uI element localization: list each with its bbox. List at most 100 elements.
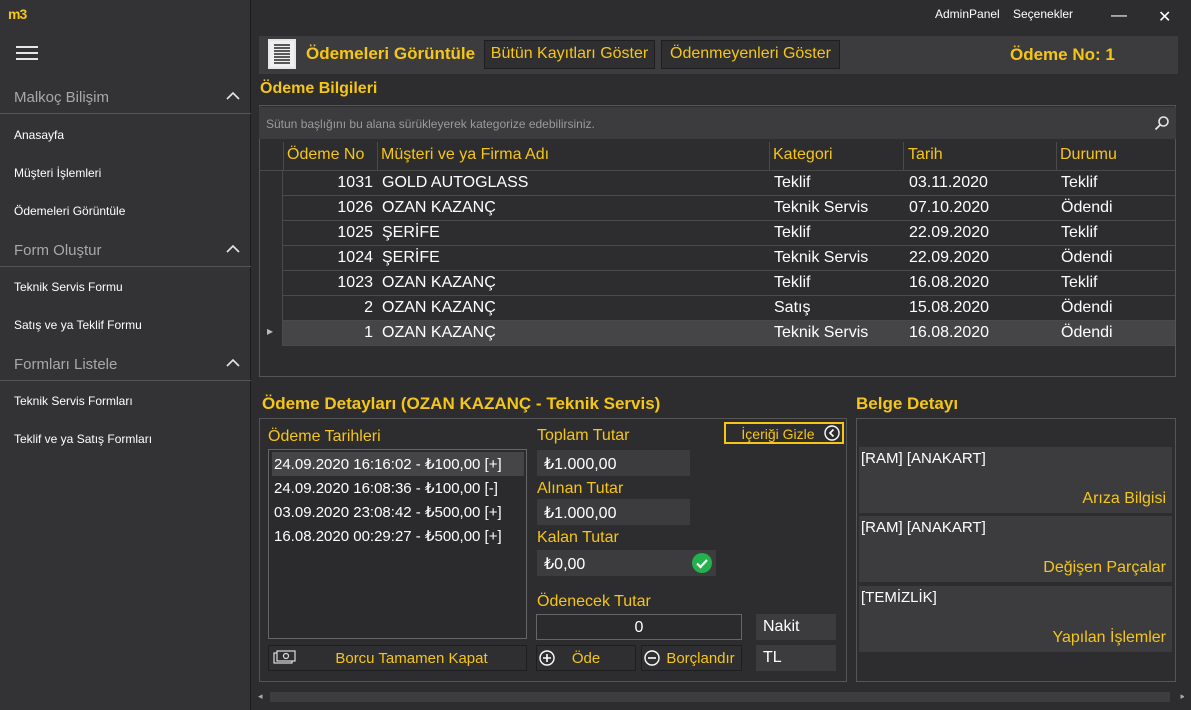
show-all-records-button[interactable]: Bütün Kayıtları Göster xyxy=(484,40,655,69)
column-header-customer[interactable]: Müşteri ve ya Firma Adı xyxy=(381,146,549,164)
cell-payment-no: 1026 xyxy=(337,199,373,216)
debit-button[interactable]: Borçlandır xyxy=(641,645,742,671)
cell-date: 16.08.2020 xyxy=(909,324,990,341)
payment-type-select[interactable]: Nakit xyxy=(756,614,836,640)
sidebar-group-title: Formları Listele xyxy=(14,356,118,373)
options-link[interactable]: Seçenekler xyxy=(1013,7,1073,21)
sidebar-item-musteri-islemleri[interactable]: Müşteri İşlemleri xyxy=(14,166,101,180)
chevron-up-icon xyxy=(226,244,240,253)
cell-status: Teklif xyxy=(1061,174,1098,191)
close-debt-label: Borcu Tamamen Kapat xyxy=(335,650,488,667)
cell-payment-no: 1031 xyxy=(337,174,373,191)
sidebar-item-teknik-servis-formlari[interactable]: Teknik Servis Formları xyxy=(14,394,133,408)
sidebar-item-satis-teklif-formu[interactable]: Satış ve ya Teklif Formu xyxy=(14,318,142,332)
menu-toggle-icon[interactable] xyxy=(16,46,38,60)
group-by-panel[interactable]: Sütun başlığını bu alana sürükleyerek ka… xyxy=(259,107,1176,139)
pay-label: Öde xyxy=(571,650,601,667)
horizontal-scrollbar[interactable]: ◂ ▸ xyxy=(256,689,1185,705)
admin-panel-link[interactable]: AdminPanel xyxy=(935,7,1000,21)
debit-label: Borçlandır xyxy=(666,650,735,667)
changed-parts-text: [RAM] [ANAKART] xyxy=(861,519,986,536)
cell-status: Ödendi xyxy=(1061,199,1113,216)
sidebar-item-anasayfa[interactable]: Anasayfa xyxy=(14,128,64,142)
cell-customer: OZAN KAZANÇ xyxy=(382,299,496,316)
sidebar-group-malkoc[interactable]: Malkoç Bilişim xyxy=(0,80,251,114)
close-debt-button[interactable]: Borcu Tamamen Kapat xyxy=(268,645,527,671)
sidebar-item-teklif-satis-formlari[interactable]: Teklif ve ya Satış Formları xyxy=(14,432,152,446)
table-row[interactable]: 1024 ŞERİFE Teknik Servis 22.09.2020 Öde… xyxy=(283,246,1175,271)
sidebar-group-formlari-listele[interactable]: Formları Listele xyxy=(0,347,251,381)
amount-to-pay-input[interactable]: 0 xyxy=(536,614,742,640)
hide-content-label: İçeriği Gizle xyxy=(741,426,815,442)
sidebar-group-title: Malkoç Bilişim xyxy=(14,89,110,106)
cell-payment-no: 1025 xyxy=(337,224,373,241)
list-item[interactable]: 24.09.2020 16:08:36 - ₺100,00 [-] xyxy=(272,476,524,500)
cell-category: Teklif xyxy=(774,274,811,291)
column-header-date[interactable]: Tarih xyxy=(908,146,943,164)
currency-select[interactable]: TL xyxy=(756,645,836,671)
received-amount-label: Alınan Tutar xyxy=(537,480,624,497)
document-list-icon xyxy=(268,39,296,69)
cell-date: 22.09.2020 xyxy=(909,224,990,241)
table-row[interactable]: 2 OZAN KAZANÇ Satış 15.08.2020 Ödendi xyxy=(283,296,1175,321)
document-details-title: Belge Detayı xyxy=(856,394,959,413)
cell-status: Teklif xyxy=(1061,274,1098,291)
received-amount-field: ₺1.000,00 xyxy=(537,499,690,525)
pay-button[interactable]: Öde xyxy=(536,645,636,671)
sidebar-group-form-olustur[interactable]: Form Oluştur xyxy=(0,233,251,267)
page-title: Ödemeleri Görüntüle xyxy=(306,44,476,63)
column-header-status[interactable]: Durumu xyxy=(1060,146,1117,164)
payment-number: Ödeme No: 1 xyxy=(1010,45,1115,64)
column-header-category[interactable]: Kategori xyxy=(773,146,833,164)
cell-status: Ödendi xyxy=(1061,249,1113,266)
payment-details-title: Ödeme Detayları (OZAN KAZANÇ - Teknik Se… xyxy=(262,394,661,413)
cell-payment-no: 1024 xyxy=(337,249,373,266)
group-by-hint: Sütun başlığını bu alana sürükleyerek ka… xyxy=(266,117,595,131)
cell-customer: OZAN KAZANÇ xyxy=(382,199,496,216)
money-icon xyxy=(273,650,296,664)
table-row[interactable]: 1023 OZAN KAZANÇ Teklif 16.08.2020 Tekli… xyxy=(283,271,1175,296)
cell-status: Ödendi xyxy=(1061,324,1113,341)
scrollbar-thumb[interactable] xyxy=(270,692,1170,702)
sidebar-item-teknik-servis-formu[interactable]: Teknik Servis Formu xyxy=(14,280,123,294)
fault-info-label: Arıza Bilgisi xyxy=(1082,490,1166,507)
table-row-selected[interactable]: 1 OZAN KAZANÇ Teknik Servis 16.08.2020 Ö… xyxy=(283,321,1175,346)
minimize-button[interactable]: — xyxy=(1111,7,1127,25)
app-logo: m3 xyxy=(8,6,27,22)
cell-date: 15.08.2020 xyxy=(909,299,990,316)
payment-info-title: Ödeme Bilgileri xyxy=(260,80,378,97)
search-icon[interactable] xyxy=(1154,115,1170,131)
column-header-payment-no[interactable]: Ödeme No xyxy=(287,146,364,164)
cell-customer: GOLD AUTOGLASS xyxy=(382,174,529,191)
cell-customer: OZAN KAZANÇ xyxy=(382,274,496,291)
cell-status: Ödendi xyxy=(1061,299,1113,316)
close-button[interactable]: ✕ xyxy=(1158,7,1171,27)
cell-payment-no: 1 xyxy=(364,324,373,341)
list-item-selected[interactable]: 24.09.2020 16:16:02 - ₺100,00 [+] xyxy=(272,452,524,476)
list-item[interactable]: 16.08.2020 00:29:27 - ₺500,00 [+] xyxy=(272,524,524,548)
cell-date: 07.10.2020 xyxy=(909,199,990,216)
chevron-up-icon xyxy=(226,91,240,100)
selected-row-arrow-icon: ▸ xyxy=(267,324,274,338)
scroll-left-icon[interactable]: ◂ xyxy=(258,691,263,702)
table-row[interactable]: 1025 ŞERİFE Teklif 22.09.2020 Teklif xyxy=(283,221,1175,246)
payment-dates-label: Ödeme Tarihleri xyxy=(268,428,381,445)
table-row[interactable]: 1031 GOLD AUTOGLASS Teklif 03.11.2020 Te… xyxy=(283,171,1175,196)
row-indicator-column xyxy=(260,171,283,346)
cell-payment-no: 2 xyxy=(364,299,373,316)
cell-category: Teknik Servis xyxy=(774,324,869,341)
cell-customer: ŞERİFE xyxy=(382,249,440,266)
hide-content-button[interactable]: İçeriği Gizle xyxy=(724,422,844,444)
operations-text: [TEMİZLİK] xyxy=(861,589,937,606)
show-unpaid-button[interactable]: Ödenmeyenleri Göster xyxy=(661,40,840,69)
fault-info-box: [RAM] [ANAKART] Arıza Bilgisi xyxy=(859,447,1172,513)
operations-box: [TEMİZLİK] Yapılan İşlemler xyxy=(859,586,1172,652)
sidebar-item-odemeleri-goruntule[interactable]: Ödemeleri Görüntüle xyxy=(14,204,125,218)
payment-dates-list[interactable]: 24.09.2020 16:16:02 - ₺100,00 [+] 24.09.… xyxy=(268,449,527,639)
chevron-left-circle-icon xyxy=(824,425,840,441)
cell-category: Teklif xyxy=(774,224,811,241)
table-row[interactable]: 1026 OZAN KAZANÇ Teknik Servis 07.10.202… xyxy=(283,196,1175,221)
list-item[interactable]: 03.09.2020 23:08:42 - ₺500,00 [+] xyxy=(272,500,524,524)
vertical-scrollbar[interactable] xyxy=(1184,30,1191,710)
plus-circle-icon xyxy=(539,650,555,666)
